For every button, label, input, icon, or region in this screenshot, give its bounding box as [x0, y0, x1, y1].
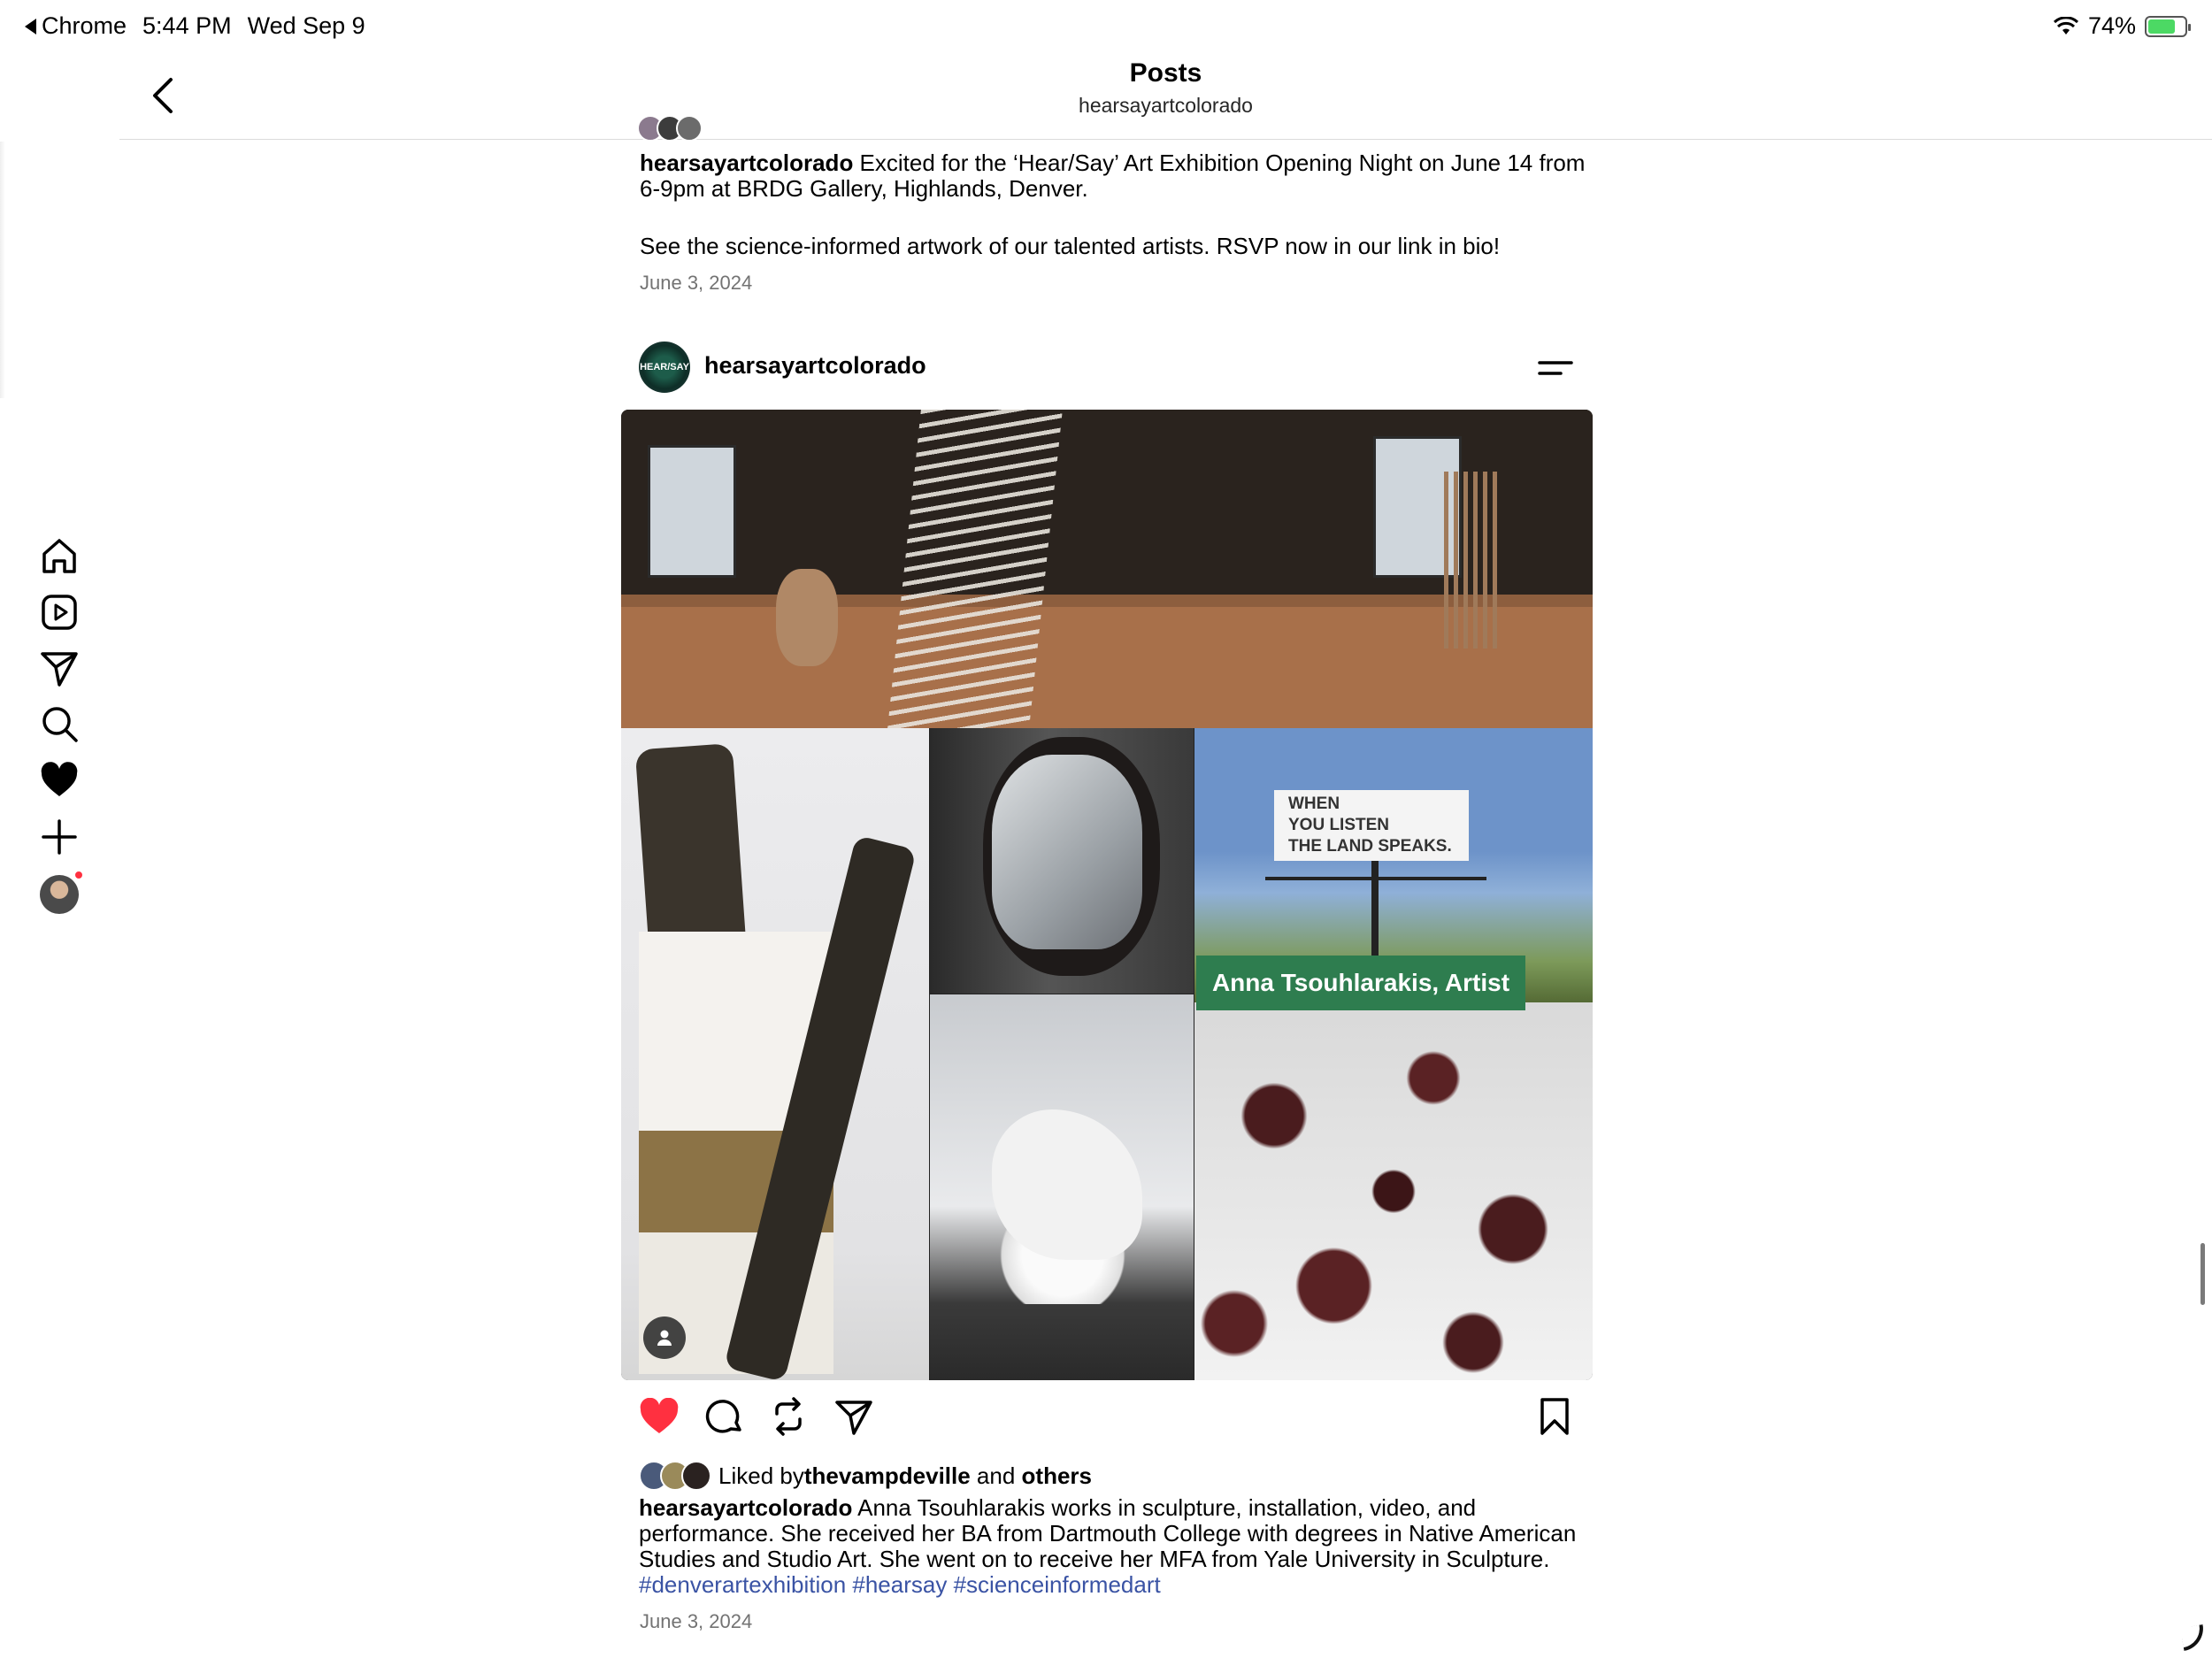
like-button[interactable]: [639, 1396, 680, 1437]
prev-likers-avatars: [637, 115, 703, 142]
billboard-line-1: WHEN: [1288, 794, 1340, 813]
search-icon: [42, 707, 78, 742]
person-icon: [657, 1330, 672, 1346]
artist-name-banner: Anna Tsouhlarakis, Artist: [1196, 956, 1525, 1010]
hashtag-link[interactable]: #hearsay: [852, 1571, 947, 1598]
page-subtitle[interactable]: hearsayartcolorado: [119, 94, 2212, 118]
messages-icon: [41, 652, 78, 687]
nav-search[interactable]: [34, 698, 85, 749]
post-avatar[interactable]: HEAR/SAY: [639, 342, 690, 393]
plus-icon: [42, 819, 77, 855]
share-button[interactable]: [833, 1396, 874, 1437]
post-media[interactable]: WHEN YOU LISTEN THE LAND SPEAKS. Anna Ts…: [621, 410, 1593, 1380]
repost-icon: [775, 1397, 802, 1436]
post-date: June 3, 2024: [640, 272, 753, 294]
back-triangle-icon: [25, 18, 36, 35]
avatar: [40, 870, 84, 914]
nav-reels[interactable]: [34, 587, 85, 638]
likes-and: and: [970, 1462, 1022, 1489]
nav-messages[interactable]: [34, 642, 85, 694]
caption-text-2: See the science-informed artwork of our …: [640, 233, 1501, 259]
post-header: HEAR/SAY hearsayartcolorado: [639, 342, 1577, 395]
notification-dot: [73, 870, 84, 880]
corner-curve-icon: [2179, 1623, 2208, 1652]
nav-edge-shadow: [0, 142, 5, 398]
tagged-people-button[interactable]: [643, 1316, 686, 1359]
battery-icon: [2145, 15, 2191, 37]
nav-notifications[interactable]: [34, 755, 85, 806]
tree-sculpture-photo: [621, 728, 929, 1380]
hashtag-link[interactable]: #scienceinformedart: [954, 1571, 1161, 1598]
post-options-button[interactable]: [1534, 350, 1577, 386]
send-icon: [835, 1401, 872, 1435]
post-caption: hearsayartcolorado Anna Tsouhlarakis wor…: [639, 1495, 1577, 1598]
repost-button[interactable]: [768, 1396, 809, 1437]
likes-prefix: Liked by: [718, 1462, 804, 1489]
horse-sculpture-photo: [930, 994, 1194, 1380]
bookmark-icon: [1540, 1398, 1569, 1435]
liker-username[interactable]: thevampdeville: [804, 1462, 971, 1490]
home-icon: [42, 539, 76, 573]
post-username[interactable]: hearsayartcolorado: [704, 352, 926, 380]
page-title: Posts: [1129, 58, 1202, 88]
comment-button[interactable]: [704, 1396, 745, 1437]
post-actions: [639, 1396, 1577, 1442]
toy-soldiers-photo: [1194, 1002, 1593, 1380]
hashtag-link[interactable]: #denverartexhibition: [639, 1571, 846, 1598]
options-lines-icon: [1538, 361, 1573, 375]
gallery-installation-photo: [621, 410, 1593, 728]
heart-filled-icon: [41, 762, 78, 796]
billboard-line-3: THE LAND SPEAKS.: [1288, 837, 1452, 856]
comment-icon: [705, 1400, 741, 1433]
likes-others[interactable]: others: [1022, 1462, 1092, 1490]
side-nav: [0, 142, 119, 1658]
billboard-line-2: YOU LISTEN: [1288, 816, 1390, 834]
previous-post-caption: hearsayartcolorado Excited for the ‘Hear…: [640, 150, 1595, 296]
post-date: June 3, 2024: [640, 1610, 753, 1632]
likers-avatars: [639, 1461, 711, 1491]
save-button[interactable]: [1534, 1396, 1575, 1437]
nav-profile[interactable]: [34, 869, 85, 920]
nav-home[interactable]: [34, 531, 85, 582]
billboard-sign: WHEN YOU LISTEN THE LAND SPEAKS.: [1274, 790, 1469, 861]
status-bar: Chrome 5:44 PM Wed Sep 9 74%: [0, 0, 2212, 51]
silver-portrait-photo: [930, 728, 1194, 994]
caption-username[interactable]: hearsayartcolorado: [639, 1494, 852, 1521]
likes-summary[interactable]: Liked by thevampdeville and others: [639, 1460, 1092, 1492]
reels-icon: [42, 595, 77, 630]
status-date: Wed Sep 9: [247, 12, 365, 39]
heart-liked-icon: [640, 1398, 679, 1433]
nav-create[interactable]: [34, 811, 85, 863]
caption-username[interactable]: hearsayartcolorado: [640, 150, 853, 176]
back-app-label: Chrome: [42, 12, 127, 39]
scrollbar[interactable]: [2200, 1243, 2205, 1305]
wifi-icon: [2053, 16, 2078, 35]
back-to-app-link[interactable]: Chrome: [25, 12, 127, 40]
avatar-logo-text: HEAR/SAY: [640, 362, 689, 372]
page-header: Posts hearsayartcolorado: [119, 51, 2212, 140]
battery-percent: 74%: [2087, 12, 2136, 39]
status-time: 5:44 PM: [142, 12, 232, 39]
